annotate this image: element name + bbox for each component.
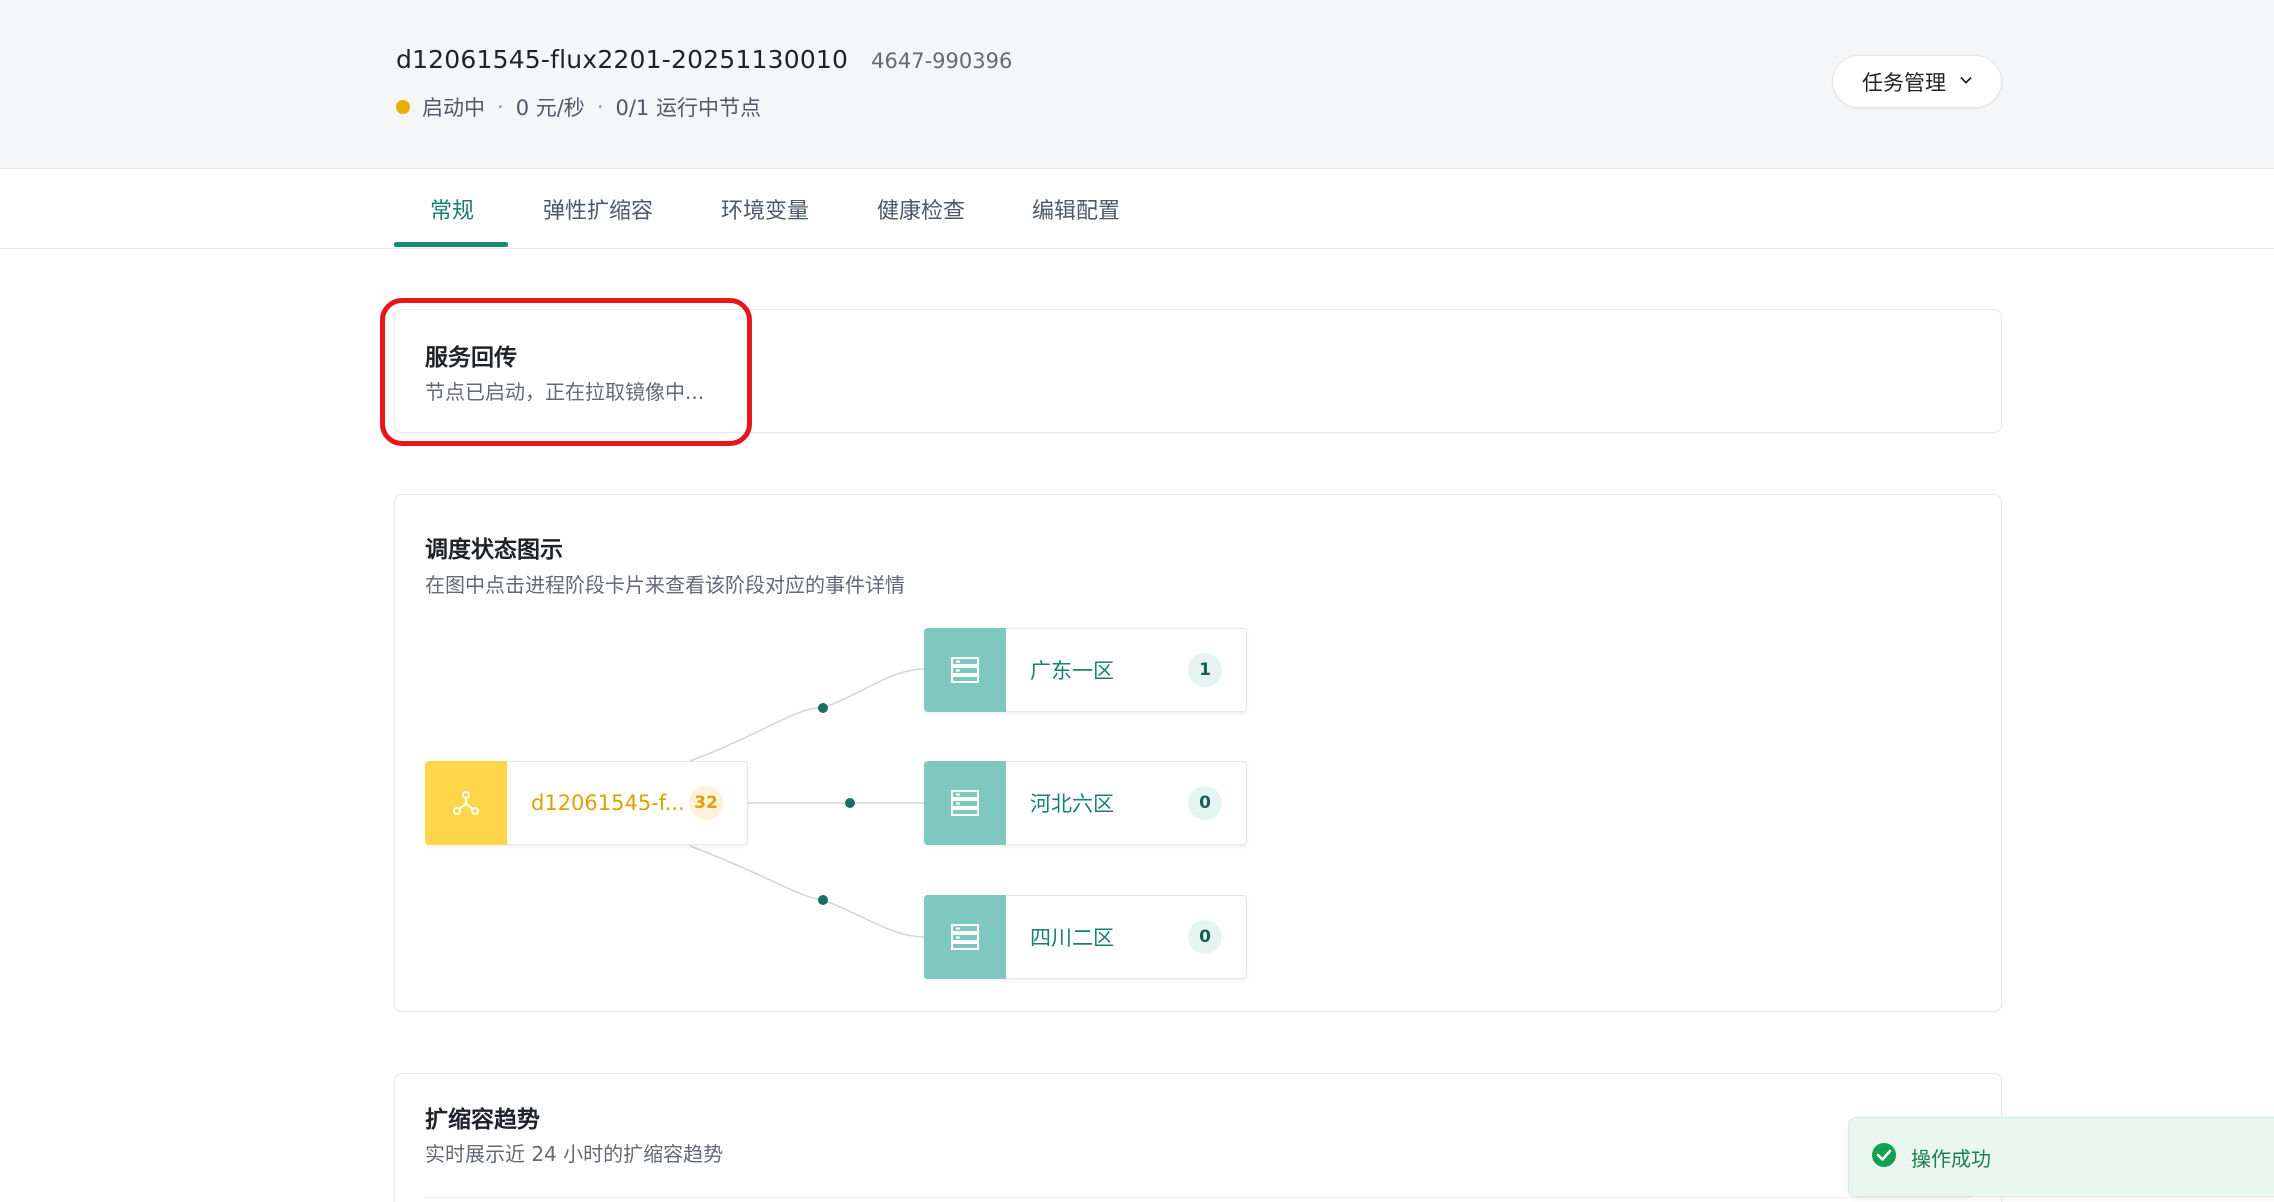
source-node-count: 32 xyxy=(689,786,723,820)
region-label: 四川二区 xyxy=(1030,926,1114,950)
source-node-card[interactable]: d12061545-f... 32 xyxy=(425,760,748,845)
connector-dot xyxy=(845,798,855,808)
source-node-label: d12061545-f... xyxy=(531,791,685,815)
region-node-hebei[interactable]: 河北六区 0 xyxy=(924,760,1247,845)
scaling-trend-description: 实时展示近 24 小时的扩缩容趋势 xyxy=(425,1142,724,1166)
server-icon xyxy=(924,627,1006,712)
region-count: 1 xyxy=(1188,653,1222,687)
scaling-trend-card: 扩缩容趋势 实时展示近 24 小时的扩缩容趋势 xyxy=(394,1073,2002,1202)
region-node-sichuan[interactable]: 四川二区 0 xyxy=(924,894,1247,979)
server-icon xyxy=(924,894,1006,979)
toast-message: 操作成功 xyxy=(1911,1146,1991,1171)
scaling-trend-title: 扩缩容趋势 xyxy=(425,1107,540,1133)
region-label: 河北六区 xyxy=(1030,792,1114,816)
success-toast: 操作成功 xyxy=(1848,1117,2274,1197)
connector-dot xyxy=(818,895,828,905)
region-label: 广东一区 xyxy=(1030,659,1114,683)
divider xyxy=(425,1197,1971,1198)
network-icon xyxy=(425,760,507,845)
connector-line xyxy=(689,668,925,762)
diagram-connectors xyxy=(689,668,925,938)
server-icon xyxy=(924,760,1006,845)
region-node-guangdong[interactable]: 广东一区 1 xyxy=(924,627,1247,712)
region-count: 0 xyxy=(1188,786,1222,820)
region-count: 0 xyxy=(1188,920,1222,954)
connector-line xyxy=(689,845,925,938)
check-circle-icon xyxy=(1871,1142,1897,1172)
connector-dot xyxy=(818,703,828,713)
